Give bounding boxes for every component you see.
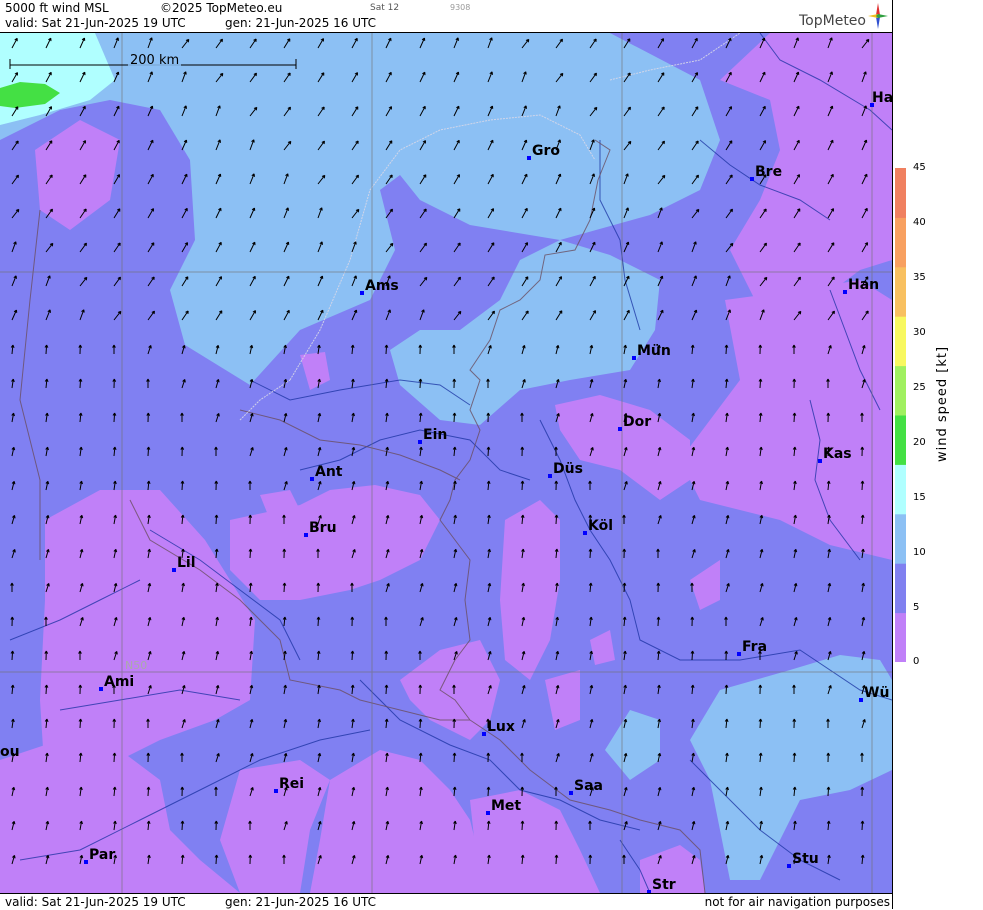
city-label: Fra: [737, 639, 767, 656]
city-label: Ams: [360, 278, 399, 295]
city-label: Wü: [859, 685, 889, 702]
color-bar-segment: [895, 415, 906, 465]
city-label: Rei: [274, 776, 304, 793]
city-label: Ant: [310, 464, 343, 481]
color-bar-segment: [895, 513, 906, 564]
legend-tick: 40: [913, 217, 926, 228]
city-label: Lil: [172, 555, 196, 572]
legend-tick: 35: [913, 272, 926, 283]
disclaimer: not for air navigation purposes: [704, 895, 890, 909]
brand-logo-text: TopMeteo: [799, 13, 866, 29]
city-label: Ami: [99, 674, 134, 691]
city-label: Gro: [527, 143, 560, 160]
color-bar-segment: [895, 217, 906, 268]
city-label: Han: [843, 277, 879, 294]
color-bar-segment: [895, 316, 906, 367]
legend-tick: 10: [913, 547, 926, 558]
legend-tick: 25: [913, 382, 926, 393]
color-bar-segment: [895, 168, 906, 218]
color-bar-segment: [895, 612, 906, 662]
city-label: Par: [84, 847, 115, 864]
copyright: ©2025 TopMeteo.eu: [160, 1, 283, 15]
legend-tick: 20: [913, 437, 926, 448]
city-label: Bru: [304, 520, 337, 537]
legend-tick: 30: [913, 327, 926, 338]
gen-time: gen: 21-Jun-2025 16 UTC: [225, 16, 377, 30]
legend-unit-label: wind speed [kt]: [935, 345, 950, 462]
city-label: Kas: [818, 446, 852, 463]
color-bar-segment: [895, 266, 906, 317]
run-code: 9308: [450, 3, 471, 12]
legend-tick: 0: [913, 656, 920, 667]
footer-gen-time: gen: 21-Jun-2025 16 UTC: [225, 895, 377, 909]
grid-latitude-label: N50: [125, 659, 148, 672]
city-label: Str: [647, 877, 676, 893]
city-label: Dor: [618, 414, 651, 431]
city-label: Bre: [750, 164, 782, 181]
city-label: Lux: [482, 719, 515, 736]
map-footer: valid: Sat 21-Jun-2025 19 UTC gen: 21-Ju…: [0, 893, 892, 910]
product-title: 5000 ft wind MSL: [5, 1, 109, 15]
city-label: Mün: [632, 343, 671, 360]
valid-time: valid: Sat 21-Jun-2025 19 UTC: [5, 16, 186, 30]
wind-speed-field: [0, 33, 892, 893]
city-label: Stu: [787, 851, 819, 868]
compass-logo-icon: [868, 3, 888, 29]
color-bar-segment: [895, 563, 906, 614]
city-label: Saa: [569, 778, 603, 795]
city-label: Met: [486, 798, 521, 815]
city-label: Ha: [870, 90, 892, 107]
city-label: Düs: [548, 461, 583, 478]
scale-label: 200 km: [128, 53, 182, 68]
color-bar-segment: [895, 464, 906, 515]
wind-map[interactable]: 200 km N50 Ha Gro Bre Ams Han Mün Dor Ei…: [0, 33, 892, 893]
legend-tick: 15: [913, 492, 926, 503]
footer-valid-time: valid: Sat 21-Jun-2025 19 UTC: [5, 895, 186, 909]
city-label: ou: [0, 744, 20, 760]
color-bar: [895, 168, 906, 662]
map-header: 5000 ft wind MSL ©2025 TopMeteo.eu Sat 1…: [0, 0, 892, 33]
time-tab[interactable]: Sat 12: [370, 3, 399, 13]
legend-tick: 45: [913, 162, 926, 173]
city-label: Köl: [583, 518, 613, 535]
legend-tick: 5: [913, 602, 920, 613]
color-bar-segment: [895, 365, 906, 416]
city-label: Ein: [418, 427, 447, 444]
